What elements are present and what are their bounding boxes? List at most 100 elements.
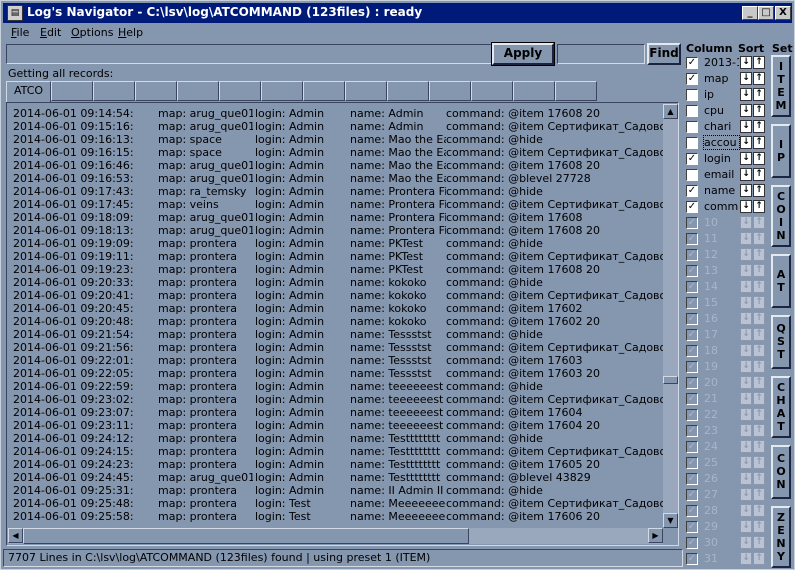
table-row[interactable]: 2014-06-01 09:17:43: map: ra_temsky login:…	[13, 185, 663, 198]
table-row[interactable]: 2014-06-01 09:16:53: map: arug_que01 login…	[13, 172, 663, 185]
close-button[interactable]: X	[775, 6, 791, 20]
vertical-scrollbar[interactable]: ▲ ▼	[663, 104, 678, 528]
find-button[interactable]: Find	[647, 43, 681, 65]
table-row[interactable]: 2014-06-01 09:21:56: map: prontera login: …	[13, 341, 666, 354]
records-list[interactable]: 2014-06-01 09:14:54: map: arug_que01 login…	[6, 102, 679, 546]
tab-empty[interactable]	[555, 81, 597, 101]
sort-down-icon[interactable]: ↓	[740, 56, 752, 69]
sort-up-icon[interactable]: ↑	[753, 56, 765, 69]
column-option-23[interactable]: ✓ 23 ↓ ↑	[686, 423, 768, 439]
table-row[interactable]: 2014-06-01 09:20:41: map: prontera login: …	[13, 289, 666, 302]
column-checkbox[interactable]	[686, 89, 698, 101]
table-row[interactable]: 2014-06-01 09:24:12: map: prontera login: …	[13, 432, 663, 445]
column-option-18[interactable]: ✓ 18 ↓ ↑	[686, 343, 768, 359]
table-row[interactable]: 2014-06-01 09:19:11: map: prontera login: …	[13, 250, 666, 263]
sort-up-icon[interactable]: ↑	[753, 104, 765, 117]
column-option-8[interactable]: ✓ name ↓ ↑	[686, 183, 768, 199]
tab-empty[interactable]	[219, 81, 261, 101]
table-row[interactable]: 2014-06-01 09:16:15: map: space login: Adm…	[13, 146, 666, 159]
horizontal-scroll-thumb[interactable]	[23, 528, 469, 544]
table-row[interactable]: 2014-06-01 09:19:23: map: prontera login: …	[13, 263, 663, 276]
table-row[interactable]: 2014-06-01 09:20:33: map: prontera login: …	[13, 276, 663, 289]
column-option-2[interactable]: ip ↓ ↑	[686, 87, 768, 103]
column-checkbox[interactable]: ✓	[686, 57, 698, 69]
tab-empty[interactable]	[261, 81, 303, 101]
menu-help[interactable]: Help	[118, 26, 143, 39]
tab-empty[interactable]	[93, 81, 135, 101]
preset-button-ip[interactable]: IP	[771, 124, 791, 178]
column-option-31[interactable]: ✓ 31 ↓ ↑	[686, 551, 768, 567]
table-row[interactable]: 2014-06-01 09:21:54: map: prontera login: …	[13, 328, 663, 341]
tab-empty[interactable]	[513, 81, 555, 101]
filter-input[interactable]	[6, 44, 492, 64]
minimize-button[interactable]: _	[742, 6, 758, 20]
column-option-17[interactable]: ✓ 17 ↓ ↑	[686, 327, 768, 343]
table-row[interactable]: 2014-06-01 09:23:11: map: prontera login: …	[13, 419, 663, 432]
column-option-16[interactable]: ✓ 16 ↓ ↑	[686, 311, 768, 327]
sort-down-icon[interactable]: ↓	[740, 152, 752, 165]
table-row[interactable]: 2014-06-01 09:22:01: map: prontera login: …	[13, 354, 663, 367]
column-option-5[interactable]: accou ↓ ↑	[686, 135, 768, 151]
table-row[interactable]: 2014-06-01 09:20:45: map: prontera login: …	[13, 302, 663, 315]
column-option-14[interactable]: ✓ 14 ↓ ↑	[686, 279, 768, 295]
column-option-21[interactable]: ✓ 21 ↓ ↑	[686, 391, 768, 407]
horizontal-scrollbar[interactable]: ◀ ▶	[8, 528, 663, 544]
table-row[interactable]: 2014-06-01 09:17:45: map: veins login: Adm…	[13, 198, 666, 211]
preset-button-zeny[interactable]: ZENY	[771, 506, 791, 568]
column-option-9[interactable]: ✓ comma↓↑	[686, 199, 768, 215]
column-checkbox[interactable]	[686, 169, 698, 181]
column-checkbox[interactable]: ✓	[686, 201, 698, 213]
table-row[interactable]: 2014-06-01 09:14:54: map: arug_que01 login…	[13, 107, 663, 120]
column-checkbox[interactable]	[686, 121, 698, 133]
sort-down-icon[interactable]: ↓	[740, 88, 752, 101]
scroll-up-icon[interactable]: ▲	[663, 104, 678, 119]
sort-up-icon[interactable]: ↑	[753, 88, 765, 101]
column-option-4[interactable]: chari ↓ ↑	[686, 119, 768, 135]
tab-empty[interactable]	[387, 81, 429, 101]
menu-options[interactable]: Options	[71, 26, 113, 39]
column-option-24[interactable]: ✓ 24 ↓ ↑	[686, 439, 768, 455]
column-option-25[interactable]: ✓ 25 ↓ ↑	[686, 455, 768, 471]
tab-atco[interactable]: ATCO	[6, 81, 51, 102]
menu-file[interactable]: File	[11, 26, 29, 39]
table-row[interactable]: 2014-06-01 09:25:48: map: prontera login: …	[13, 497, 666, 510]
column-checkbox[interactable]: ✓	[686, 153, 698, 165]
column-option-19[interactable]: ✓ 19 ↓ ↑	[686, 359, 768, 375]
find-input[interactable]	[557, 44, 645, 64]
tab-empty[interactable]	[429, 81, 471, 101]
column-option-22[interactable]: ✓ 22 ↓ ↑	[686, 407, 768, 423]
column-option-0[interactable]: ✓ 2013-1↓↑	[686, 55, 768, 71]
table-row[interactable]: 2014-06-01 09:24:23: map: prontera login: …	[13, 458, 663, 471]
apply-button[interactable]: Apply	[491, 42, 555, 66]
column-option-28[interactable]: ✓ 28 ↓ ↑	[686, 503, 768, 519]
scroll-down-icon[interactable]: ▼	[663, 513, 678, 528]
table-row[interactable]: 2014-06-01 09:23:02: map: prontera login: …	[13, 393, 666, 406]
column-option-12[interactable]: ✓ 12 ↓ ↑	[686, 247, 768, 263]
table-row[interactable]: 2014-06-01 09:16:13: map: space login: Adm…	[13, 133, 663, 146]
vertical-scroll-thumb[interactable]	[663, 376, 678, 384]
column-option-29[interactable]: ✓ 29 ↓ ↑	[686, 519, 768, 535]
table-row[interactable]: 2014-06-01 09:16:46: map: arug_que01 login…	[13, 159, 663, 172]
app-icon[interactable]: ▤	[7, 5, 23, 21]
tab-empty[interactable]	[177, 81, 219, 101]
sort-down-icon[interactable]: ↓	[740, 200, 752, 213]
column-option-1[interactable]: ✓ map ↓ ↑	[686, 71, 768, 87]
table-row[interactable]: 2014-06-01 09:25:31: map: prontera login: …	[13, 484, 663, 497]
scroll-left-icon[interactable]: ◀	[8, 528, 23, 543]
table-row[interactable]: 2014-06-01 09:19:09: map: prontera login: …	[13, 237, 663, 250]
table-row[interactable]: 2014-06-01 09:18:09: map: arug_que01 login…	[13, 211, 663, 224]
sort-up-icon[interactable]: ↑	[753, 120, 765, 133]
sort-up-icon[interactable]: ↑	[753, 152, 765, 165]
column-option-10[interactable]: ✓ 10 ↓ ↑	[686, 215, 768, 231]
maximize-button[interactable]: □	[758, 6, 774, 20]
sort-up-icon[interactable]: ↑	[753, 184, 765, 197]
column-option-3[interactable]: cpu ↓ ↑	[686, 103, 768, 119]
preset-button-at[interactable]: AT	[771, 254, 791, 308]
preset-button-con[interactable]: CON	[771, 445, 791, 499]
sort-up-icon[interactable]: ↑	[753, 136, 765, 149]
tab-empty[interactable]	[303, 81, 345, 101]
preset-button-chat[interactable]: CHAT	[771, 376, 791, 438]
tab-empty[interactable]	[471, 81, 513, 101]
column-option-11[interactable]: ✓ 11 ↓ ↑	[686, 231, 768, 247]
column-checkbox[interactable]	[686, 137, 698, 149]
